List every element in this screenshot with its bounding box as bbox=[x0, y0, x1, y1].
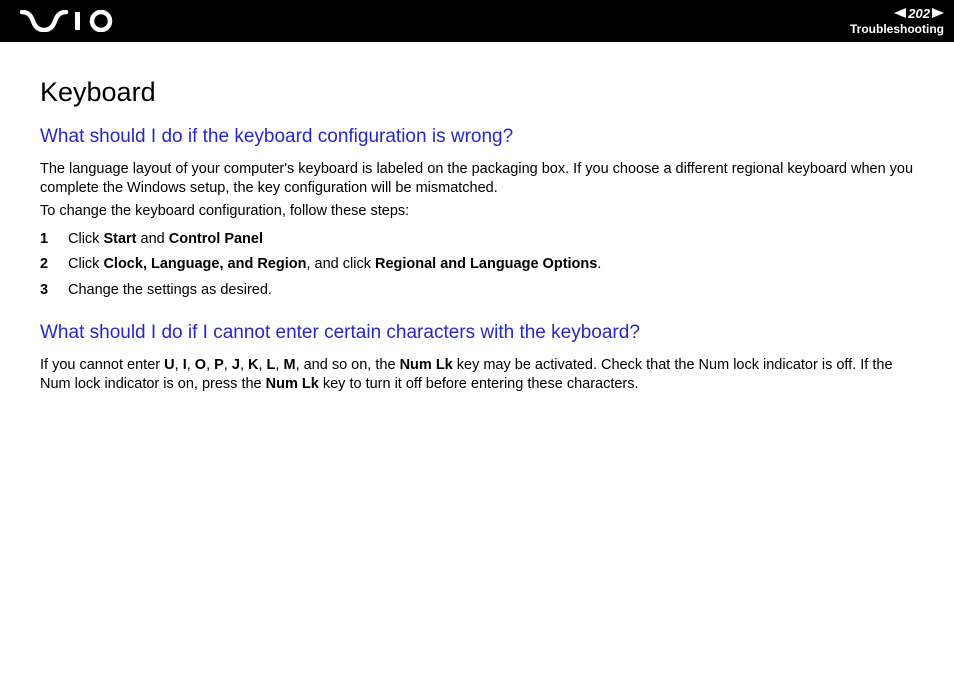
s2-key-m: M bbox=[283, 357, 295, 373]
s2-comma-6: , bbox=[258, 357, 266, 373]
step-2-bold-rlo: Regional and Language Options bbox=[375, 256, 597, 272]
s2-comma-5: , bbox=[240, 357, 248, 373]
step-2: Click Clock, Language, and Region, and c… bbox=[40, 254, 914, 276]
step-1-text-a: Click bbox=[68, 231, 103, 247]
s2-text-a: If you cannot enter bbox=[40, 357, 164, 373]
s2-key-u: U bbox=[164, 357, 174, 373]
s2-comma-4: , bbox=[224, 357, 232, 373]
step-2-bold-clr: Clock, Language, and Region bbox=[103, 256, 306, 272]
next-page-arrow-icon[interactable] bbox=[932, 6, 944, 22]
step-1: Click Start and Control Panel bbox=[40, 229, 914, 251]
header-right: 202 Troubleshooting bbox=[850, 6, 944, 36]
section1-intro-1: The language layout of your computer's k… bbox=[40, 160, 914, 198]
prev-page-arrow-icon[interactable] bbox=[894, 6, 906, 22]
s2-key-k: K bbox=[248, 357, 258, 373]
section1-intro-2: To change the keyboard configuration, fo… bbox=[40, 202, 914, 221]
page-title: Keyboard bbox=[40, 77, 914, 108]
step-1-text-c: and bbox=[137, 231, 169, 247]
s2-numlk-2: Num Lk bbox=[266, 376, 319, 392]
step-1-bold-cp: Control Panel bbox=[169, 231, 263, 247]
step-3-text: Change the settings as desired. bbox=[68, 282, 272, 298]
s2-comma-2: , bbox=[187, 357, 195, 373]
s2-key-p: P bbox=[214, 357, 224, 373]
section-2: What should I do if I cannot enter certa… bbox=[40, 322, 914, 394]
section2-paragraph: If you cannot enter U, I, O, P, J, K, L,… bbox=[40, 356, 914, 394]
step-2-text-c: , and click bbox=[306, 256, 375, 272]
steps-list: Click Start and Control Panel Click Cloc… bbox=[40, 229, 914, 302]
s2-comma-3: , bbox=[206, 357, 214, 373]
s2-text-b: , and so on, the bbox=[296, 357, 400, 373]
s2-numlk-1: Num Lk bbox=[400, 357, 453, 373]
page-number: 202 bbox=[908, 6, 930, 22]
section-label: Troubleshooting bbox=[850, 22, 944, 36]
step-2-text-e: . bbox=[597, 256, 601, 272]
vaio-logo bbox=[20, 10, 115, 32]
content-area: Keyboard What should I do if the keyboar… bbox=[0, 42, 954, 417]
step-2-text-a: Click bbox=[68, 256, 103, 272]
step-3: Change the settings as desired. bbox=[40, 280, 914, 302]
s2-text-d: key to turn it off before entering these… bbox=[319, 376, 639, 392]
s2-key-j: J bbox=[232, 357, 240, 373]
question-2-heading: What should I do if I cannot enter certa… bbox=[40, 322, 914, 344]
step-1-bold-start: Start bbox=[103, 231, 136, 247]
header-bar: 202 Troubleshooting bbox=[0, 0, 954, 42]
vaio-logo-svg bbox=[20, 10, 115, 32]
s2-key-o: O bbox=[195, 357, 206, 373]
question-1-heading: What should I do if the keyboard configu… bbox=[40, 126, 914, 148]
s2-comma-1: , bbox=[175, 357, 183, 373]
page-nav: 202 bbox=[850, 6, 944, 22]
